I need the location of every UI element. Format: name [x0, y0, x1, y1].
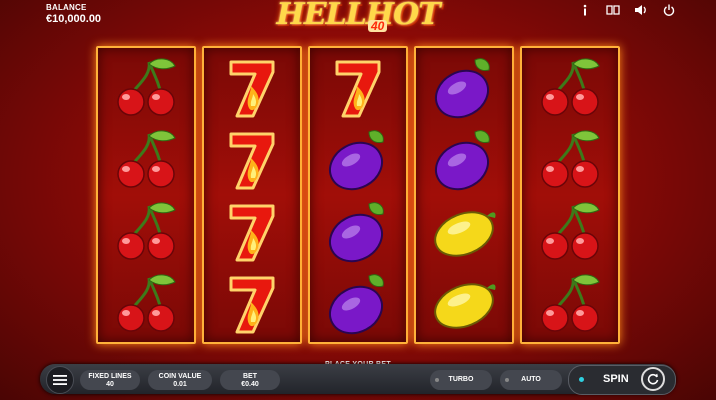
cherry-symbol — [535, 272, 605, 336]
seven-symbol — [217, 200, 287, 264]
fixed-lines-label: FIXED LINES — [88, 373, 132, 380]
plum-symbol — [323, 128, 393, 192]
coin-value-label: COIN VALUE — [158, 373, 202, 380]
cherry-symbol — [111, 272, 181, 336]
cherry-symbol — [111, 200, 181, 264]
spin-indicator — [579, 377, 584, 382]
reel-grid — [96, 46, 620, 344]
menu-button[interactable] — [46, 366, 74, 394]
bet-selector[interactable]: BET €0.40 — [220, 370, 280, 390]
turbo-toggle[interactable]: TURBO — [430, 370, 492, 390]
turbo-label: TURBO — [448, 376, 474, 383]
logo-subtitle: 40 — [368, 20, 388, 32]
power-icon[interactable] — [662, 3, 676, 17]
paytable-icon[interactable] — [606, 3, 620, 17]
auto-indicator — [505, 378, 509, 382]
plum-symbol — [323, 272, 393, 336]
fixed-lines-display: FIXED LINES 40 — [80, 370, 140, 390]
info-icon[interactable] — [578, 3, 592, 17]
hamburger-icon — [53, 375, 67, 385]
reel-2 — [202, 46, 302, 344]
cherry-symbol — [535, 56, 605, 120]
reel-3 — [308, 46, 408, 344]
fixed-lines-value: 40 — [106, 381, 114, 388]
cherry-symbol — [535, 200, 605, 264]
cherry-symbol — [111, 128, 181, 192]
seven-symbol — [323, 56, 393, 120]
coin-value-selector[interactable]: COIN VALUE 0.01 — [148, 370, 212, 390]
auto-button[interactable]: AUTO — [500, 370, 562, 390]
lemon-symbol — [429, 200, 499, 264]
spin-icon — [641, 367, 665, 391]
auto-label: AUTO — [521, 376, 541, 383]
bet-value: €0.40 — [241, 381, 259, 388]
plum-symbol — [429, 56, 499, 120]
bet-label: BET — [243, 373, 257, 380]
reel-5 — [520, 46, 620, 344]
sound-icon[interactable] — [634, 3, 648, 17]
top-toolbar — [578, 3, 676, 17]
spin-label: SPIN — [603, 373, 629, 385]
seven-symbol — [217, 272, 287, 336]
turbo-indicator — [435, 378, 439, 382]
cherry-symbol — [535, 128, 605, 192]
cherry-symbol — [111, 56, 181, 120]
seven-symbol — [217, 128, 287, 192]
spin-button[interactable]: SPIN — [568, 365, 676, 395]
reel-1 — [96, 46, 196, 344]
coin-value-value: 0.01 — [173, 381, 187, 388]
plum-symbol — [429, 128, 499, 192]
plum-symbol — [323, 200, 393, 264]
lemon-symbol — [429, 272, 499, 336]
reel-4 — [414, 46, 514, 344]
seven-symbol — [217, 56, 287, 120]
